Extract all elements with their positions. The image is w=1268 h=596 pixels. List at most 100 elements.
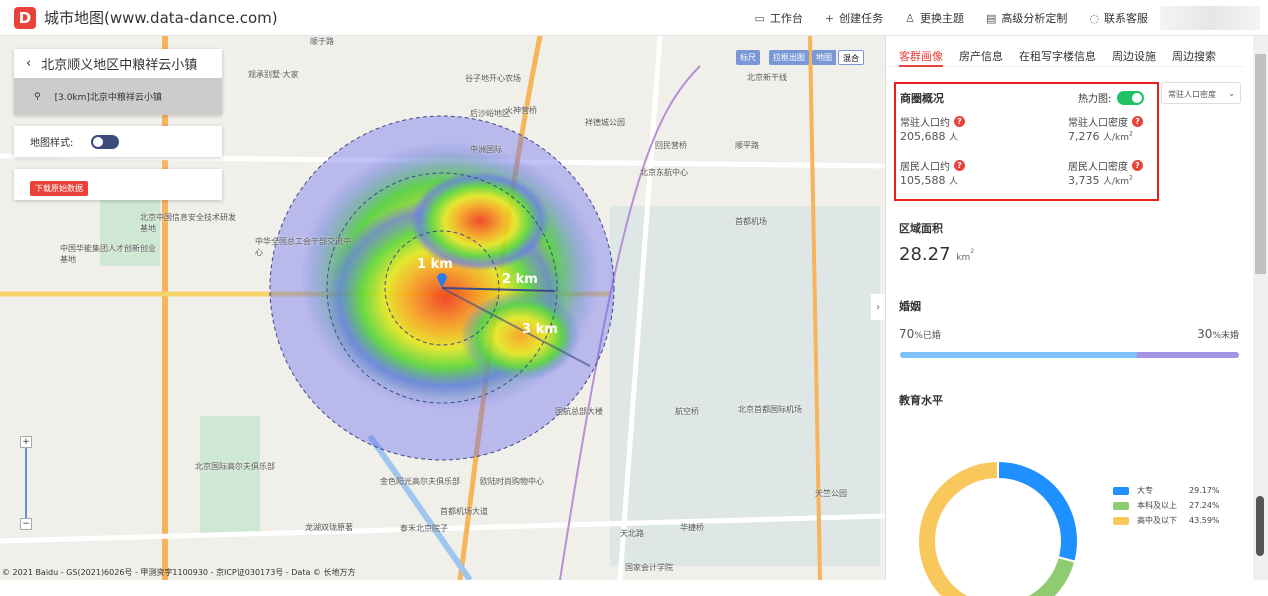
map-place-label[interactable]: 华捷桥 [680,522,704,533]
stat-label: 常驻人口约? [900,114,965,129]
tab-1[interactable]: 房产信息 [959,48,1003,67]
map-place-label[interactable]: 中华全国总工会干部交流中心 [255,236,355,258]
stat-unit: 人 [949,177,959,187]
map-place-label[interactable]: 天北路 [620,528,644,539]
zoom-control[interactable]: + − [20,436,34,536]
map-place-label[interactable]: 首都机场 [735,216,767,227]
plus-icon: + [824,11,835,25]
side-panel: 客群画像 房产信息 在租写字楼信息 周边设施 周边搜索 商圈概况 热力图: 常驻人口约?… [885,36,1253,596]
education-legend: 大专 29.17% 本科及以上 27.24% 高中及以下 43.59% [1113,483,1220,528]
map-place-label[interactable]: 回民营桥 [655,140,687,151]
zoom-in-icon[interactable]: + [20,436,32,448]
map-place-label[interactable]: 龙湖双珑原著 [305,522,353,533]
stat-number: 3,735 [1068,174,1100,187]
map-place-label[interactable]: 泰禾北京院子 [400,523,448,534]
density-dropdown[interactable]: 常驻人口密度 ⌄ [1161,82,1241,104]
map-place-label[interactable]: 北京中国信息安全技术研发基地 [140,212,240,234]
help-icon[interactable]: ? [954,116,965,127]
map-place-label[interactable]: 北京国际高尔夫俱乐部 [195,461,275,472]
map-place-label[interactable]: 北京首都国际机场 [738,404,802,415]
legend-value: 27.24% [1189,501,1220,510]
overview-box: 商圈概况 热力图: 常驻人口约? 205,688 人常驻人口密度? 7,276 人/… [894,82,1159,201]
area-value: 28.27 [899,244,951,265]
map-place-label[interactable]: 欧陆时尚购物中心 [480,476,544,487]
ruler-button[interactable]: 标尺 [736,50,760,65]
nav-item-monitor[interactable]: ▭ 工作台 [754,10,802,26]
stat-unit-sup: 2 [1129,174,1133,182]
map-place-label[interactable]: 国航总部大楼 [555,406,603,417]
ring-label-3km: 3 km [522,322,558,337]
zoom-out-icon[interactable]: − [20,518,32,530]
stat-label: 居民人口密度? [1068,158,1143,173]
help-icon[interactable]: ? [1132,160,1143,171]
top-bar: D 城市地图(www.data-dance.com) ▭ 工作台 + 创建任务 ♙ 更换主… [0,0,1268,36]
map-place-label[interactable]: 顺平路 [735,140,759,151]
panel-scrollbar[interactable] [1253,36,1268,580]
map-place-label[interactable]: 北京新干线 [747,72,787,83]
legend-item[interactable]: 大专 29.17% [1113,483,1220,498]
tab-4[interactable]: 周边搜索 [1172,48,1216,67]
map-place-label[interactable]: 北京东航中心 [640,167,688,178]
app-logo: D [14,6,36,29]
calendar-icon: ▤ [985,11,997,25]
ring-label-1km: 1 km [417,257,453,272]
nav-item-headset[interactable]: ◌ 联系客服 [1089,10,1148,26]
back-chevron-icon[interactable]: ‹ [26,56,31,71]
hybrid-view-button[interactable]: 混合 [838,50,864,65]
map-view-button[interactable]: 地图 [812,50,836,65]
map-place-label[interactable]: 中洲国际 [470,144,502,155]
nav-item-shirt[interactable]: ♙ 更换主题 [905,10,964,26]
legend-label: 本科及以上 [1137,501,1177,510]
married-label: %已婚 [914,331,941,341]
map-place-label[interactable]: 观承别墅·大家 [248,69,299,80]
nav-item-calendar[interactable]: ▤ 高级分析定制 [986,10,1067,26]
user-avatar-blurred[interactable] [1160,5,1260,30]
donut-slice-1[interactable] [967,555,1077,596]
help-icon[interactable]: ? [1132,116,1143,127]
map-style-toggle[interactable] [91,134,120,149]
scrollbar-thumb[interactable] [1255,54,1266,274]
map-place-label[interactable]: 首都机场大道 [440,506,488,517]
map-place-label[interactable]: 航空桥 [675,406,699,417]
map-place-label[interactable]: 祥德城公园 [585,117,625,128]
location-title: 北京顺义地区中粮祥云小镇 [41,58,198,73]
legend-item[interactable]: 高中及以下 43.59% [1113,513,1220,528]
tab-0[interactable]: 客群画像 [899,48,943,67]
nav-label: 更换主题 [919,11,964,25]
help-icon[interactable]: ? [954,160,965,171]
stat-unit-sup: 2 [1129,130,1133,138]
marriage-title: 婚姻 [899,300,921,313]
nav-item-plus[interactable]: + 创建任务 [825,10,883,26]
box-export-button[interactable]: 拉框出图 [769,50,809,65]
map-place-label[interactable]: 后沙峪地区 [470,108,510,119]
legend-item[interactable]: 本科及以上 27.24% [1113,498,1220,513]
collapse-panel-chevron-icon[interactable]: › [871,294,885,320]
area-unit: km [956,253,971,263]
tab-2[interactable]: 在租写字楼信息 [1019,48,1096,67]
tab-3[interactable]: 周边设施 [1112,48,1156,67]
stat-unit: 人/km [1103,177,1130,187]
area-title: 区域面积 [899,222,943,235]
donut-slice-2[interactable] [917,459,999,596]
single-pct: 30 [1197,327,1213,341]
top-nav: ▭ 工作台 + 创建任务 ♙ 更换主题 ▤ 高级分析定制 ◌ 联系客服 [754,10,1148,26]
map-place-label[interactable]: 天竺公园 [815,488,847,499]
map-place-label[interactable]: 中国华能集团人才创新创业基地 [60,243,160,265]
donut-slice-0[interactable] [997,459,1079,563]
location-item-label: [3.0km]北京中粮祥云小镇 [54,93,162,103]
download-raw-data-button[interactable]: 下载原始数据 [30,181,88,196]
nav-label: 联系客服 [1104,11,1148,25]
map-canvas[interactable]: 顺于路观承别墅·大家 谷子地开心农场 后沙峪地区 火神营桥祥德城公园 北京新干线天北路 中… [0,36,885,580]
map-place-label[interactable]: 谷子地开心农场 [465,73,521,84]
heatmap-label: 热力图: [1078,94,1112,105]
map-place-label[interactable]: 顺于路 [310,36,334,47]
heatmap-toggle[interactable] [1117,90,1145,105]
location-item[interactable]: ⚲ [3.0km]北京中粮祥云小镇 [14,78,222,115]
ring-label-2km: 2 km [502,272,538,287]
map-place-label[interactable]: 国家会计学院 [625,562,673,573]
legend-value: 29.17% [1189,486,1220,495]
stat-number: 105,588 [900,174,946,187]
map-place-label[interactable]: 金色阳光高尔夫俱乐部 [380,476,460,487]
map-place-label[interactable]: 火神营桥 [505,105,537,116]
stat-value: 7,276 人/km2 [1068,130,1133,143]
